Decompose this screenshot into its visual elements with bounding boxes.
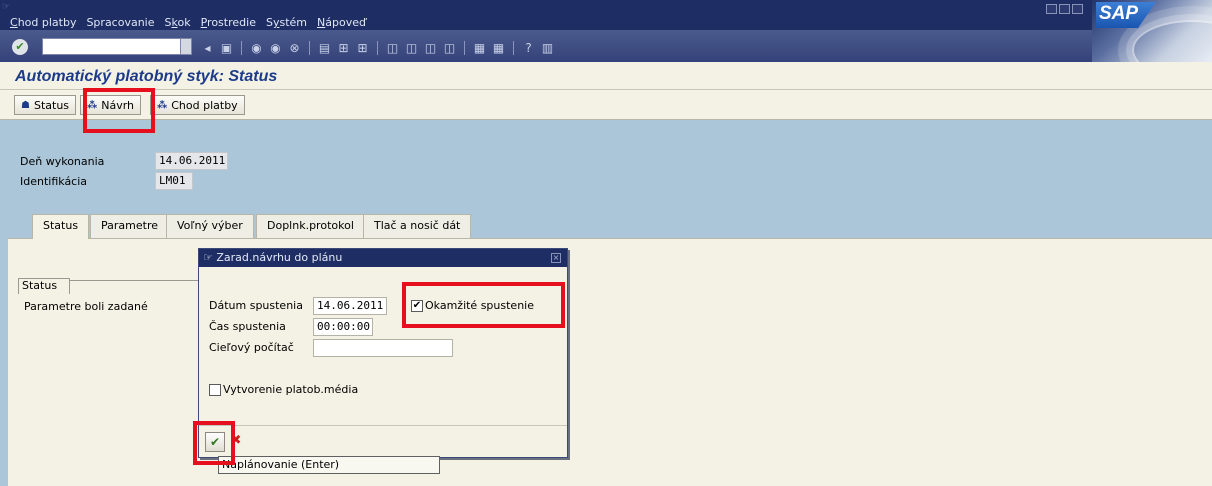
back-nav-icon[interactable]: ◉ <box>249 40 264 55</box>
cas-spustenia-input[interactable]: 00:00:00 <box>313 318 373 336</box>
sap-logo-text: SAP <box>1099 3 1139 24</box>
separator <box>309 40 310 55</box>
print-icon[interactable]: ▤ <box>317 40 332 55</box>
new-session-icon[interactable]: ▦ <box>472 40 487 55</box>
cancel-icon[interactable]: ⊗ <box>287 40 302 55</box>
window-controls <box>1046 4 1083 14</box>
tab-panel <box>8 238 1212 486</box>
chod-platby-button[interactable]: ⁂ Chod platby <box>150 95 245 115</box>
den-wykonania-label: Deň wykonania <box>20 155 105 168</box>
highlight-navrh <box>83 88 155 133</box>
menu-napoved[interactable]: Nápoveď <box>317 16 366 29</box>
datum-spustenia-input[interactable]: 14.06.2011 <box>313 297 387 315</box>
first-page-icon[interactable]: ◫ <box>385 40 400 55</box>
standard-toolbar: ✔ ◂ ▣ ◉ ◉ ⊗ ▤ ⊞ ⊞ ◫ ◫ ◫ ◫ ▦ ▦ ? ▥ <box>0 30 1092 62</box>
sap-logo: SAP <box>1096 2 1156 28</box>
shortcut-icon[interactable]: ▦ <box>491 40 506 55</box>
tab-doplnk-protokol[interactable]: Doplnk.protokol <box>256 214 365 238</box>
separator <box>513 40 514 55</box>
sap-logo-area: SAP <box>1092 0 1212 62</box>
find-icon[interactable]: ⊞ <box>336 40 351 55</box>
layout-icon[interactable]: ▥ <box>540 40 555 55</box>
minimize-icon[interactable] <box>1046 4 1057 14</box>
status-button[interactable]: ☗ Status <box>14 95 77 115</box>
payment-run-icon: ⁂ <box>157 99 168 111</box>
help-icon[interactable]: ? <box>521 40 536 55</box>
page-title: Automatický platobný styk: Status <box>15 68 278 85</box>
application-toolbar: ☗ Status ⁂ Návrh ⁂ Chod platby <box>0 90 1212 120</box>
highlight-okamzite <box>402 282 565 328</box>
highlight-confirm <box>193 421 235 465</box>
datum-spustenia-label: Dátum spustenia <box>209 299 303 312</box>
status-message: Parametre boli zadané <box>24 300 148 313</box>
exit-icon[interactable]: ◉ <box>268 40 283 55</box>
command-field[interactable] <box>42 38 192 55</box>
separator <box>241 40 242 55</box>
sap-wave-decoration <box>1132 20 1212 62</box>
cielovy-pocitac-label: Cieľový počítač <box>209 341 294 354</box>
dialog-footer: ✔ ✖ <box>199 425 567 457</box>
status-icon: ☗ <box>21 99 30 111</box>
status-group-label: Status <box>18 278 70 294</box>
tab-volny-vyber[interactable]: Voľný výber <box>166 214 254 238</box>
separator <box>377 40 378 55</box>
dialog-title: Zarad.návrhu do plánu <box>216 251 343 264</box>
title-bar: Automatický platobný styk: Status <box>0 62 1212 90</box>
next-page-icon[interactable]: ◫ <box>423 40 438 55</box>
toolbar-icons: ◂ ▣ ◉ ◉ ⊗ ▤ ⊞ ⊞ ◫ ◫ ◫ ◫ ▦ ▦ ? ▥ <box>200 40 555 55</box>
dialog-close-icon[interactable]: × <box>551 253 561 263</box>
den-wykonania-value: 14.06.2011 <box>155 152 228 170</box>
schedule-proposal-dialog: ☞ Zarad.návrhu do plánu × Dátum spusteni… <box>198 248 568 458</box>
system-menu-icon[interactable]: ☞ <box>2 2 10 12</box>
menu-items: Chod platby Spracovanie Skok Prostredie … <box>10 16 366 29</box>
close-window-icon[interactable] <box>1072 4 1083 14</box>
cas-spustenia-label: Čas spustenia <box>209 320 286 333</box>
command-dropdown[interactable] <box>180 38 192 55</box>
tooltip: Naplánovanie (Enter) <box>218 456 440 474</box>
chod-platby-button-label: Chod platby <box>171 98 238 112</box>
menu-system[interactable]: Systém <box>266 16 307 29</box>
menu-prostredie[interactable]: Prostredie <box>201 16 256 29</box>
find-next-icon[interactable]: ⊞ <box>355 40 370 55</box>
dialog-title-bar: ☞ Zarad.návrhu do plánu × <box>199 249 567 267</box>
back-icon[interactable]: ◂ <box>200 40 215 55</box>
vytvorenie-platob-media-checkbox[interactable]: Vytvorenie platob.média <box>209 383 358 396</box>
tab-parametre[interactable]: Parametre <box>90 214 169 238</box>
tab-tlac-nosic-dat[interactable]: Tlač a nosič dát <box>363 214 472 238</box>
menu-bar: ☞ Chod platby Spracovanie Skok Prostredi… <box>0 0 1212 30</box>
prev-page-icon[interactable]: ◫ <box>404 40 419 55</box>
separator <box>464 40 465 55</box>
tab-status[interactable]: Status <box>32 214 90 239</box>
cielovy-pocitac-input[interactable] <box>313 339 453 357</box>
menu-skok[interactable]: Skok <box>165 16 191 29</box>
status-button-label: Status <box>33 98 70 112</box>
dialog-icon: ☞ <box>203 251 213 264</box>
last-page-icon[interactable]: ◫ <box>442 40 457 55</box>
enter-icon[interactable]: ✔ <box>12 39 28 55</box>
identifikacia-value: LM01 <box>155 172 193 190</box>
save-icon[interactable]: ▣ <box>219 40 234 55</box>
vytvorenie-checkbox-box[interactable] <box>209 383 221 396</box>
maximize-icon[interactable] <box>1059 4 1070 14</box>
vytvorenie-platob-media-label: Vytvorenie platob.média <box>223 383 359 396</box>
menu-chod-platby[interactable]: Chod platby <box>10 16 76 29</box>
identifikacia-label: Identifikácia <box>20 175 88 188</box>
menu-spracovanie[interactable]: Spracovanie <box>86 16 154 29</box>
